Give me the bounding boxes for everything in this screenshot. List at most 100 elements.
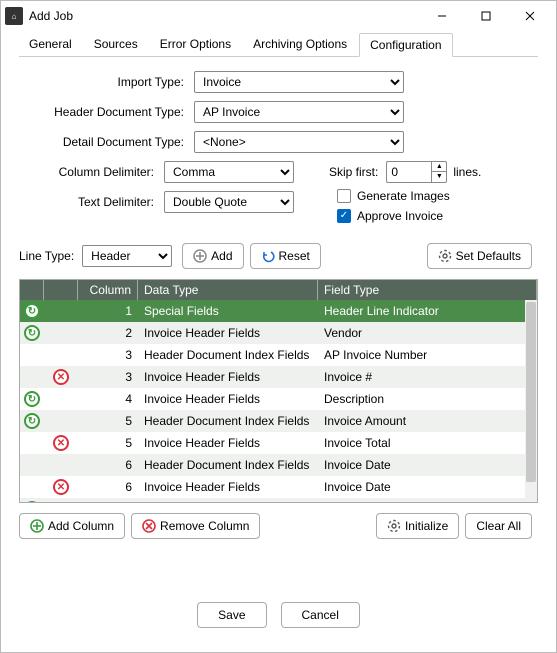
set-defaults-button[interactable]: Set Defaults — [427, 243, 532, 269]
cell-column: 1 — [78, 300, 138, 322]
clear-all-button[interactable]: Clear All — [465, 513, 532, 539]
select-column-delim[interactable]: Comma — [164, 161, 294, 183]
columns-grid: Column Data Type Field Type ↻1Special Fi… — [19, 279, 538, 503]
refresh-circle-icon: ↻ — [24, 413, 40, 429]
row-status-cell: ↻ — [20, 322, 44, 344]
tab-sources[interactable]: Sources — [84, 33, 148, 56]
label-skip-first: Skip first: — [329, 165, 378, 179]
table-row[interactable]: 6Header Document Index FieldsInvoice Dat… — [20, 454, 537, 476]
error-circle-icon: ✕ — [53, 479, 69, 495]
cell-field-type: Invoice # — [318, 366, 537, 388]
cell-column: 6 — [78, 476, 138, 498]
scrollbar-thumb[interactable] — [526, 302, 536, 482]
row-status-cell — [20, 344, 44, 366]
cancel-button[interactable]: Cancel — [281, 602, 360, 628]
grid-scrollbar[interactable] — [525, 300, 537, 502]
select-header-doc-type[interactable]: AP Invoice — [194, 101, 404, 123]
grid-header-field-type[interactable]: Field Type — [318, 280, 537, 300]
refresh-circle-icon: ↻ — [24, 303, 40, 319]
save-button[interactable]: Save — [197, 602, 266, 628]
tab-error-options[interactable]: Error Options — [150, 33, 241, 56]
row-status-cell — [20, 454, 44, 476]
checkbox-approve-invoice[interactable]: ✓ — [337, 209, 351, 223]
spin-down-icon[interactable]: ▼ — [432, 172, 446, 182]
tab-bar: General Sources Error Options Archiving … — [19, 33, 538, 57]
gear-icon — [438, 249, 452, 263]
add-button[interactable]: Add — [182, 243, 243, 269]
checkbox-generate-images[interactable] — [337, 189, 351, 203]
table-row[interactable]: ↻1Special FieldsHeader Line Indicator — [20, 300, 537, 322]
row-status-cell — [20, 476, 44, 498]
row-error-cell — [44, 410, 78, 432]
label-generate-images: Generate Images — [357, 189, 450, 203]
select-detail-doc-type[interactable]: <None> — [194, 131, 404, 153]
row-status-cell: ↻ — [20, 410, 44, 432]
window: ⌂ Add Job General Sources Error Options … — [0, 0, 557, 653]
row-error-cell — [44, 388, 78, 410]
skip-first-input[interactable] — [387, 162, 431, 182]
refresh-circle-icon: ↻ — [24, 391, 40, 407]
table-row[interactable]: ↻4Invoice Header FieldsDescription — [20, 388, 537, 410]
cell-column: 2 — [78, 322, 138, 344]
titlebar: ⌂ Add Job — [1, 1, 556, 31]
grid-header-data-type[interactable]: Data Type — [138, 280, 318, 300]
cell-data-type: Invoice Header Fields — [138, 476, 318, 498]
row-error-cell — [44, 322, 78, 344]
grid-header-column[interactable]: Column — [78, 280, 138, 300]
cell-data-type: Header Document Index Fields — [138, 344, 318, 366]
tab-archiving-options[interactable]: Archiving Options — [243, 33, 357, 56]
refresh-circle-icon: ↻ — [24, 325, 40, 341]
row-error-cell — [44, 300, 78, 322]
table-row[interactable]: ↻7Invoice Header FieldsCheckDate — [20, 498, 537, 502]
maximize-button[interactable] — [464, 2, 508, 30]
close-button[interactable] — [508, 2, 552, 30]
remove-column-button[interactable]: Remove Column — [131, 513, 260, 539]
plus-circle-icon — [193, 249, 207, 263]
table-row[interactable]: ✕5Invoice Header FieldsInvoice Total — [20, 432, 537, 454]
cell-field-type: Header Line Indicator — [318, 300, 537, 322]
label-approve-invoice: Approve Invoice — [357, 209, 443, 223]
row-status-cell — [20, 366, 44, 388]
cell-column: 5 — [78, 410, 138, 432]
cell-column: 7 — [78, 498, 138, 502]
cell-column: 3 — [78, 344, 138, 366]
tab-general[interactable]: General — [19, 33, 82, 56]
table-row[interactable]: ↻5Header Document Index FieldsInvoice Am… — [20, 410, 537, 432]
table-row[interactable]: 3Header Document Index FieldsAP Invoice … — [20, 344, 537, 366]
cell-field-type: Invoice Date — [318, 454, 537, 476]
row-error-cell — [44, 498, 78, 502]
cell-column: 5 — [78, 432, 138, 454]
label-header-doc-type: Header Document Type: — [19, 105, 194, 119]
row-status-cell: ↻ — [20, 300, 44, 322]
initialize-button[interactable]: Initialize — [376, 513, 459, 539]
select-import-type[interactable]: Invoice — [194, 71, 404, 93]
cell-data-type: Invoice Header Fields — [138, 388, 318, 410]
cell-field-type: Invoice Total — [318, 432, 537, 454]
select-line-type[interactable]: Header — [82, 245, 172, 267]
reset-button[interactable]: Reset — [250, 243, 321, 269]
table-row[interactable]: ✕3Invoice Header FieldsInvoice # — [20, 366, 537, 388]
skip-first-stepper[interactable]: ▲▼ — [386, 161, 447, 183]
cell-data-type: Invoice Header Fields — [138, 432, 318, 454]
label-detail-doc-type: Detail Document Type: — [19, 135, 194, 149]
spin-up-icon[interactable]: ▲ — [432, 162, 446, 172]
label-import-type: Import Type: — [19, 75, 194, 89]
cell-column: 4 — [78, 388, 138, 410]
label-line-type: Line Type: — [19, 249, 74, 263]
row-status-cell: ↻ — [20, 388, 44, 410]
table-row[interactable]: ↻2Invoice Header FieldsVendor — [20, 322, 537, 344]
dialog-footer: Save Cancel — [19, 584, 538, 642]
row-status-cell: ↻ — [20, 498, 44, 502]
window-title: Add Job — [29, 9, 420, 23]
gear-icon — [387, 519, 401, 533]
x-circle-icon — [142, 519, 156, 533]
add-column-button[interactable]: Add Column — [19, 513, 125, 539]
cell-data-type: Header Document Index Fields — [138, 454, 318, 476]
table-row[interactable]: ✕6Invoice Header FieldsInvoice Date — [20, 476, 537, 498]
cell-data-type: Invoice Header Fields — [138, 366, 318, 388]
error-circle-icon: ✕ — [53, 369, 69, 385]
cell-field-type: AP Invoice Number — [318, 344, 537, 366]
minimize-button[interactable] — [420, 2, 464, 30]
tab-configuration[interactable]: Configuration — [359, 33, 452, 57]
select-text-delim[interactable]: Double Quote — [164, 191, 294, 213]
